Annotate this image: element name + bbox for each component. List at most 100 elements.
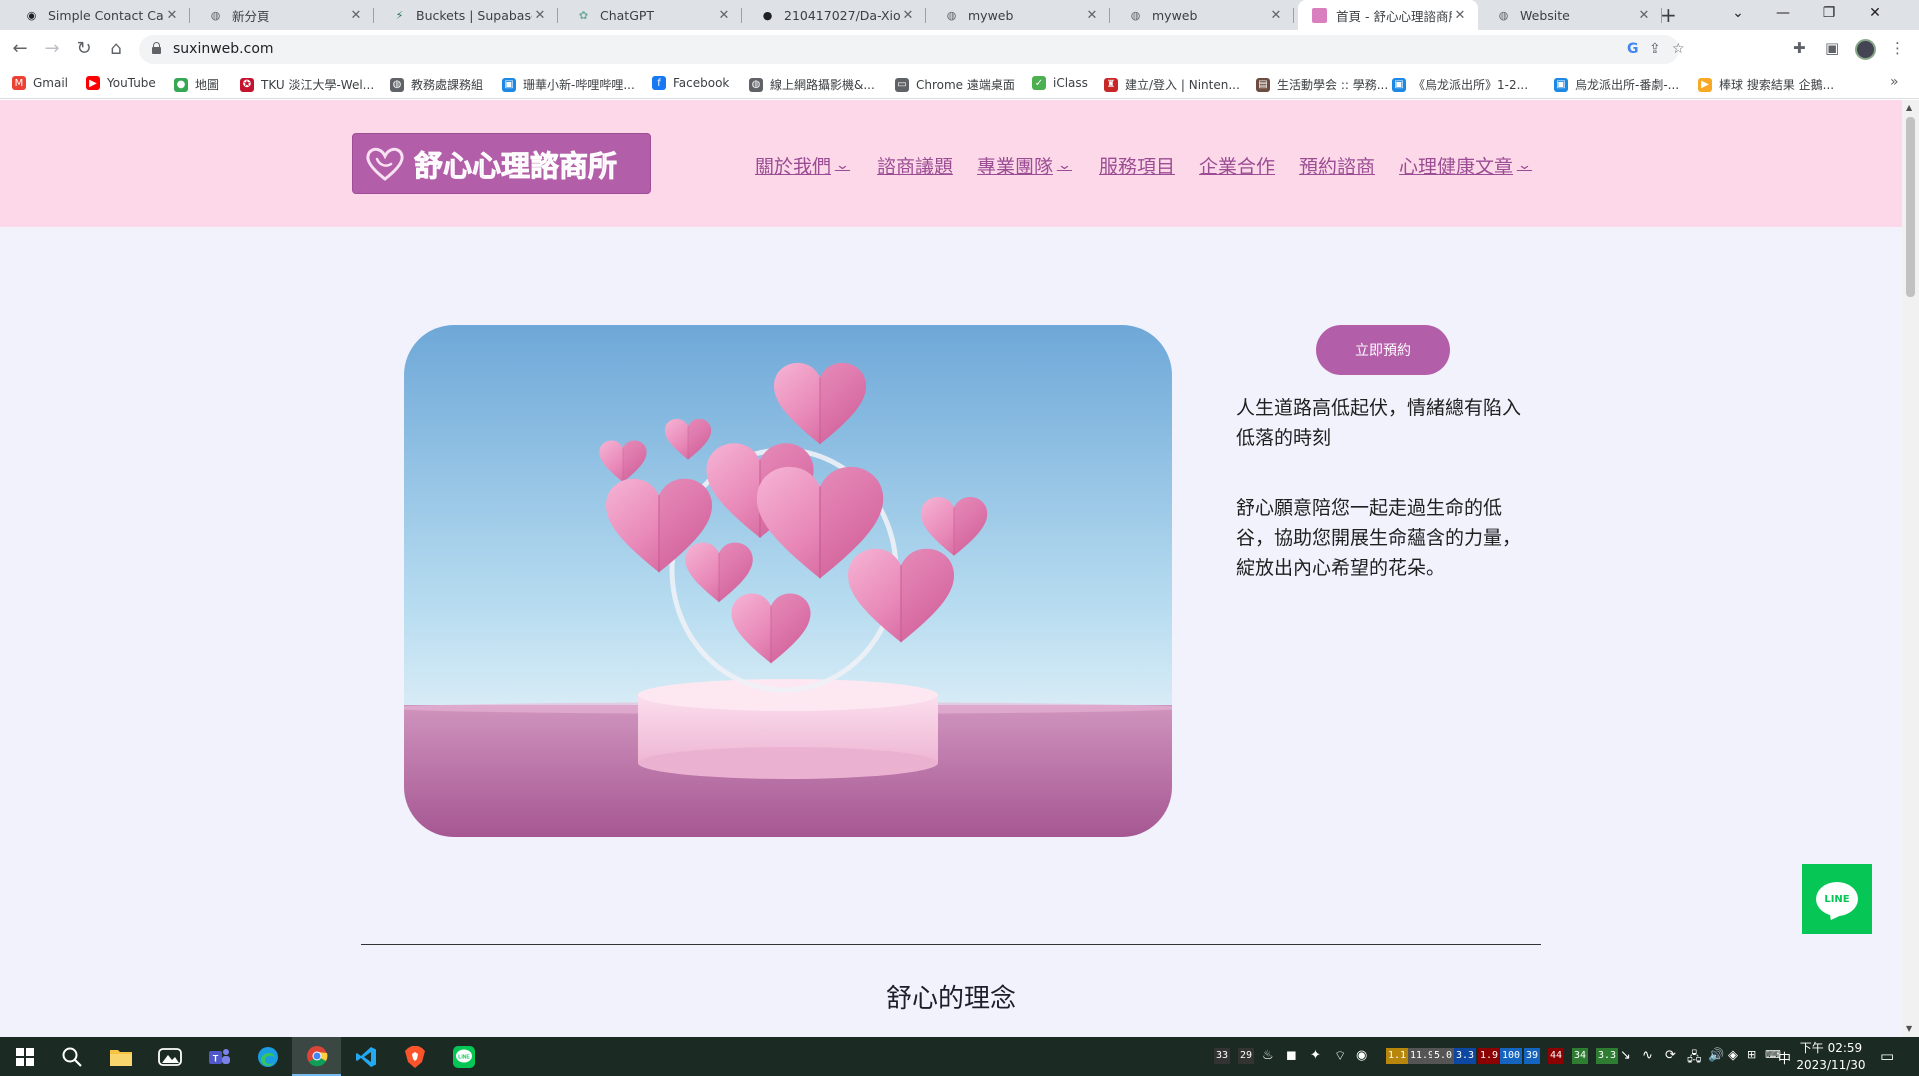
security-icon[interactable]: ◈: [1728, 1048, 1738, 1063]
tray-monitor-value[interactable]: 39: [1524, 1048, 1541, 1064]
minimize-icon[interactable]: —: [1760, 2, 1806, 24]
browser-tab[interactable]: 首頁 - 舒心心理諮商所 ✕: [1298, 0, 1478, 30]
bookmark-item[interactable]: ▣ 珊華小新-哔哩哔哩...: [502, 76, 635, 93]
teams-app[interactable]: T: [194, 1037, 243, 1076]
bookmark-item[interactable]: ▶ YouTube: [86, 76, 156, 90]
close-tab-icon[interactable]: ✕: [164, 8, 180, 23]
network-icon[interactable]: 🖧: [1687, 1048, 1702, 1070]
bookmark-item[interactable]: ▭ Chrome 遠端桌面: [895, 76, 1015, 93]
edge-app[interactable]: [243, 1037, 292, 1076]
home-icon[interactable]: ⌂: [104, 38, 128, 59]
tray-monitor-value[interactable]: 100: [1500, 1048, 1523, 1064]
browser-tab[interactable]: ● 210417027/Da-Xion ✕: [746, 0, 926, 30]
bookmark-item[interactable]: M Gmail: [12, 76, 68, 90]
bookmark-item[interactable]: ✓ iClass: [1032, 76, 1088, 90]
close-tab-icon[interactable]: ✕: [900, 8, 916, 23]
tray-monitor-value[interactable]: 29: [1238, 1048, 1255, 1064]
bookmark-item[interactable]: ▣ 烏龙派出所-番劇-...: [1554, 76, 1679, 93]
nav-item[interactable]: 預約諮商: [1299, 152, 1375, 179]
nav-item[interactable]: 企業合作: [1199, 152, 1275, 179]
ime-security-icon[interactable]: ⊞: [1747, 1048, 1756, 1061]
close-window-icon[interactable]: ✕: [1852, 2, 1898, 24]
browser-tab[interactable]: ◍ myweb ✕: [1114, 0, 1294, 30]
close-tab-icon[interactable]: ✕: [1084, 8, 1100, 23]
chevron-down-icon[interactable]: ⌄: [835, 158, 850, 173]
nav-item[interactable]: 心理健康文章 ⌄: [1399, 152, 1532, 179]
bookmark-item[interactable]: ● 地圖: [174, 76, 219, 93]
sync-icon[interactable]: ⟳: [1665, 1048, 1676, 1063]
tab-search-icon[interactable]: ⌄: [1715, 2, 1761, 24]
browser-tab[interactable]: ◍ myweb ✕: [930, 0, 1110, 30]
nav-item[interactable]: 諮商議題: [877, 152, 953, 179]
tray-monitor-value[interactable]: 5.0: [1432, 1048, 1455, 1064]
chart-tray-icon[interactable]: ∿: [1642, 1048, 1653, 1063]
arrow-tray-icon[interactable]: ↘: [1620, 1048, 1631, 1063]
tray-monitor-value[interactable]: 1.9: [1478, 1048, 1501, 1064]
search-button[interactable]: [47, 1037, 96, 1076]
bookmark-star-icon[interactable]: ☆: [1672, 41, 1685, 57]
tray-monitor-value[interactable]: 33: [1214, 1048, 1231, 1064]
tray-monitor-value[interactable]: 1.1: [1386, 1048, 1409, 1064]
new-tab-button[interactable]: +: [1660, 3, 1677, 27]
notification-icon[interactable]: ▭: [1880, 1047, 1894, 1065]
address-bar[interactable]: suxinweb.com G ⇪ ☆: [139, 35, 1685, 64]
close-tab-icon[interactable]: ✕: [348, 8, 364, 23]
chrome-app[interactable]: [292, 1037, 341, 1076]
vscode-app[interactable]: [341, 1037, 390, 1076]
lock-icon[interactable]: [152, 42, 161, 54]
scroll-up-icon[interactable]: ▲: [1906, 103, 1912, 112]
reload-icon[interactable]: ↻: [72, 38, 96, 59]
chevron-down-icon[interactable]: ⌄: [1057, 158, 1072, 173]
forward-icon[interactable]: →: [40, 38, 64, 59]
browser-tab[interactable]: ◍ Website ✕: [1482, 0, 1662, 30]
profile-avatar[interactable]: [1855, 39, 1876, 60]
bookmark-item[interactable]: ✪ TKU 淡江大學-Wel...: [240, 76, 374, 93]
tray-app-icon[interactable]: ◼: [1286, 1048, 1297, 1063]
system-clock[interactable]: 下午 02:59 2023/11/30: [1796, 1040, 1866, 1074]
teams-tray-icon[interactable]: ✦: [1310, 1048, 1321, 1063]
tray-monitor-value[interactable]: 34: [1572, 1048, 1589, 1064]
chevron-down-icon[interactable]: ⌄: [1517, 158, 1532, 173]
page-scrollbar[interactable]: ▲ ▼: [1902, 100, 1919, 1037]
browser-tab[interactable]: ◉ Simple Contact Card ✕: [10, 0, 190, 30]
bookmark-item[interactable]: ▶ 棒球 搜索結果 企鵝...: [1698, 76, 1834, 93]
browser-tab[interactable]: ⚡ Buckets | Supabase ✕: [378, 0, 558, 30]
brave-app[interactable]: [390, 1037, 439, 1076]
close-tab-icon[interactable]: ✕: [1268, 8, 1284, 23]
photos-app[interactable]: [145, 1037, 194, 1076]
nav-item[interactable]: 服務項目: [1099, 152, 1175, 179]
start-button[interactable]: [0, 1037, 49, 1076]
line-chat-button[interactable]: LINE: [1802, 864, 1872, 934]
volume-icon[interactable]: 🔊: [1708, 1048, 1724, 1063]
bookmark-item[interactable]: ◍ 線上網路攝影機&...: [749, 76, 875, 93]
side-panel-icon[interactable]: ▣: [1825, 39, 1839, 57]
tray-monitor-value[interactable]: 3.3: [1596, 1048, 1619, 1064]
url-text[interactable]: suxinweb.com: [173, 41, 274, 57]
ime-indicator[interactable]: 中: [1778, 1048, 1791, 1067]
file-explorer-app[interactable]: [96, 1037, 145, 1076]
bookmark-item[interactable]: ▤ 生活動學会 :: 學務...: [1256, 76, 1388, 93]
site-logo[interactable]: 舒心心理諮商所: [352, 133, 651, 194]
tray-monitor-value[interactable]: 3.3: [1454, 1048, 1477, 1064]
line-app[interactable]: LINE: [439, 1037, 488, 1076]
nav-item[interactable]: 關於我們 ⌄: [755, 152, 850, 179]
line-tray-icon[interactable]: ◉: [1356, 1048, 1367, 1063]
close-tab-icon[interactable]: ✕: [1452, 8, 1468, 23]
bookmark-item[interactable]: ◍ 教務處課務組: [390, 76, 483, 93]
steam-icon[interactable]: ♨: [1262, 1048, 1274, 1063]
nav-item[interactable]: 專業團隊 ⌄: [977, 152, 1072, 179]
wifi-tray-icon[interactable]: ⌔: [1334, 1048, 1346, 1064]
scroll-thumb[interactable]: [1906, 117, 1915, 297]
close-tab-icon[interactable]: ✕: [532, 8, 548, 23]
share-icon[interactable]: ⇪: [1649, 41, 1661, 57]
bookmark-item[interactable]: ▣ 《烏龙派出所》1-2...: [1392, 76, 1528, 93]
book-now-button[interactable]: 立即預約: [1316, 325, 1450, 375]
browser-tab[interactable]: ✿ ChatGPT ✕: [562, 0, 742, 30]
tray-monitor-value[interactable]: 44: [1548, 1048, 1565, 1064]
close-tab-icon[interactable]: ✕: [716, 8, 732, 23]
close-tab-icon[interactable]: ✕: [1636, 8, 1652, 23]
google-lens-icon[interactable]: G: [1627, 41, 1639, 57]
more-bookmarks-icon[interactable]: »: [1890, 74, 1899, 90]
menu-icon[interactable]: ⋮: [1890, 39, 1905, 57]
back-icon[interactable]: ←: [8, 38, 32, 59]
